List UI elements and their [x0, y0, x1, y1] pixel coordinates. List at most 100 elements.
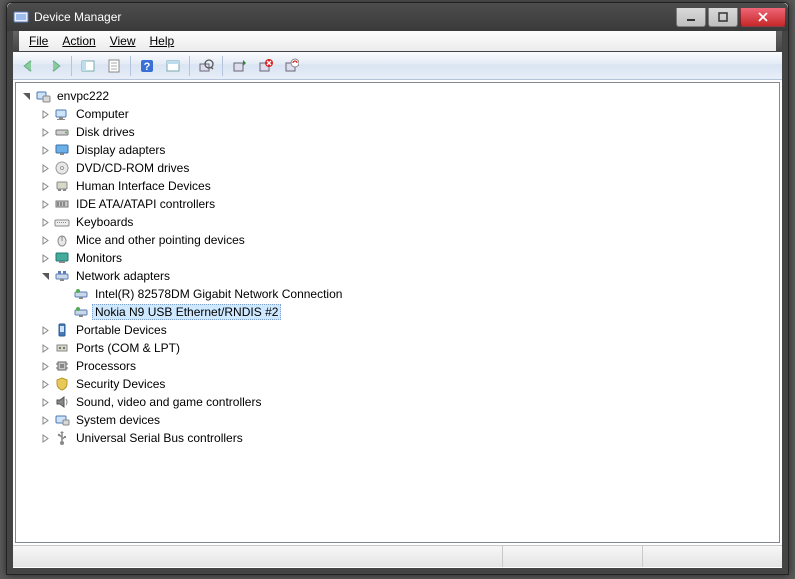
toolbar: ? — [13, 52, 782, 80]
minimize-button[interactable] — [676, 8, 706, 27]
tree-node[interactable]: Disk drives — [39, 123, 779, 141]
tree-node[interactable]: Portable Devices — [39, 321, 779, 339]
tree-node[interactable]: Display adapters — [39, 141, 779, 159]
forward-button[interactable] — [43, 54, 67, 78]
tree-node-label: Computer — [73, 106, 132, 122]
scan-hardware-button[interactable] — [194, 54, 218, 78]
tree-node-label: Security Devices — [73, 376, 168, 392]
tree-node[interactable]: Keyboards — [39, 213, 779, 231]
mouse-icon — [53, 232, 71, 248]
toolbar-separator — [222, 56, 223, 76]
no-expand-icon — [58, 306, 71, 319]
expand-icon[interactable] — [39, 126, 52, 139]
tree-node[interactable]: Mice and other pointing devices — [39, 231, 779, 249]
tree-node[interactable]: Network adapters — [39, 267, 779, 285]
expand-icon[interactable] — [39, 324, 52, 337]
tree-node-label: Disk drives — [73, 124, 138, 140]
action-button[interactable] — [161, 54, 185, 78]
expand-icon[interactable] — [39, 378, 52, 391]
titlebar[interactable]: Device Manager — [7, 3, 788, 31]
tree-node-label: Ports (COM & LPT) — [73, 340, 183, 356]
keyboard-icon — [53, 214, 71, 230]
menubar: File Action View Help — [13, 31, 782, 52]
toolbar-separator — [71, 56, 72, 76]
expand-icon[interactable] — [39, 198, 52, 211]
expand-icon[interactable] — [39, 252, 52, 265]
tree-node-label: Universal Serial Bus controllers — [73, 430, 246, 446]
portable-icon — [53, 322, 71, 338]
app-icon — [13, 9, 29, 25]
computer-icon — [53, 106, 71, 122]
expand-icon[interactable] — [39, 216, 52, 229]
menu-view[interactable]: View — [103, 32, 143, 50]
system-icon — [53, 412, 71, 428]
security-icon — [53, 376, 71, 392]
tree-node[interactable]: Sound, video and game controllers — [39, 393, 779, 411]
expand-icon[interactable] — [39, 180, 52, 193]
tree-node[interactable]: Human Interface Devices — [39, 177, 779, 195]
back-button[interactable] — [17, 54, 41, 78]
tree-node[interactable]: Processors — [39, 357, 779, 375]
expand-icon[interactable] — [39, 360, 52, 373]
statusbar-cell — [13, 546, 502, 567]
ports-icon — [53, 340, 71, 356]
tree-node[interactable]: DVD/CD-ROM drives — [39, 159, 779, 177]
tree-node[interactable]: System devices — [39, 411, 779, 429]
update-driver-button[interactable] — [227, 54, 251, 78]
tree-node[interactable]: Computer — [39, 105, 779, 123]
tree-node[interactable]: Monitors — [39, 249, 779, 267]
expand-icon[interactable] — [39, 162, 52, 175]
expand-icon[interactable] — [39, 432, 52, 445]
tree-node-label: Sound, video and game controllers — [73, 394, 264, 410]
help-button[interactable]: ? — [135, 54, 159, 78]
statusbar-cell — [642, 546, 782, 567]
disk-icon — [53, 124, 71, 140]
menu-action[interactable]: Action — [55, 32, 102, 50]
tree-node-label: Network adapters — [73, 268, 173, 284]
tree-node-label: Monitors — [73, 250, 125, 266]
tree-leaf[interactable]: Intel(R) 82578DM Gigabit Network Connect… — [58, 285, 779, 303]
tree-node-label: DVD/CD-ROM drives — [73, 160, 192, 176]
menu-file[interactable]: File — [22, 32, 55, 50]
properties-button[interactable] — [102, 54, 126, 78]
window-controls — [676, 8, 786, 27]
menu-help[interactable]: Help — [143, 32, 182, 50]
tree-node-label: Keyboards — [73, 214, 136, 230]
expand-icon[interactable] — [39, 144, 52, 157]
collapse-icon[interactable] — [39, 270, 52, 283]
uninstall-button[interactable] — [253, 54, 277, 78]
dvd-icon — [53, 160, 71, 176]
window-inner: File Action View Help ? envpc222Computer… — [7, 31, 788, 574]
cpu-icon — [53, 358, 71, 374]
expand-icon[interactable] — [39, 234, 52, 247]
statusbar — [13, 545, 782, 567]
expand-icon[interactable] — [39, 342, 52, 355]
tree-node-label: System devices — [73, 412, 163, 428]
show-hide-tree-button[interactable] — [76, 54, 100, 78]
tree-node-label: Mice and other pointing devices — [73, 232, 248, 248]
tree-root[interactable]: envpc222 — [20, 87, 779, 105]
expand-icon[interactable] — [39, 414, 52, 427]
expand-icon[interactable] — [39, 396, 52, 409]
close-button[interactable] — [740, 8, 786, 27]
display-icon — [53, 142, 71, 158]
monitor-icon — [53, 250, 71, 266]
tree-leaf[interactable]: Nokia N9 USB Ethernet/RNDIS #2 — [58, 303, 779, 321]
tree-node-label: Portable Devices — [73, 322, 170, 338]
device-manager-window: Device Manager File Action View Help ? — [6, 2, 789, 575]
tree-node[interactable]: Ports (COM & LPT) — [39, 339, 779, 357]
tree-leaf-label: Nokia N9 USB Ethernet/RNDIS #2 — [92, 304, 281, 320]
tree-node[interactable]: Universal Serial Bus controllers — [39, 429, 779, 447]
expand-icon[interactable] — [39, 108, 52, 121]
maximize-button[interactable] — [708, 8, 738, 27]
device-tree: envpc222Computer Disk drivesDisplay adapt… — [16, 83, 779, 451]
device-tree-panel[interactable]: envpc222Computer Disk drivesDisplay adapt… — [15, 82, 780, 543]
disable-button[interactable] — [279, 54, 303, 78]
tree-node-label: IDE ATA/ATAPI controllers — [73, 196, 218, 212]
network-icon — [53, 268, 71, 284]
tree-node[interactable]: Security Devices — [39, 375, 779, 393]
collapse-icon[interactable] — [20, 90, 33, 103]
no-expand-icon — [58, 288, 71, 301]
tree-node[interactable]: IDE ATA/ATAPI controllers — [39, 195, 779, 213]
tree-node-label: Human Interface Devices — [73, 178, 214, 194]
